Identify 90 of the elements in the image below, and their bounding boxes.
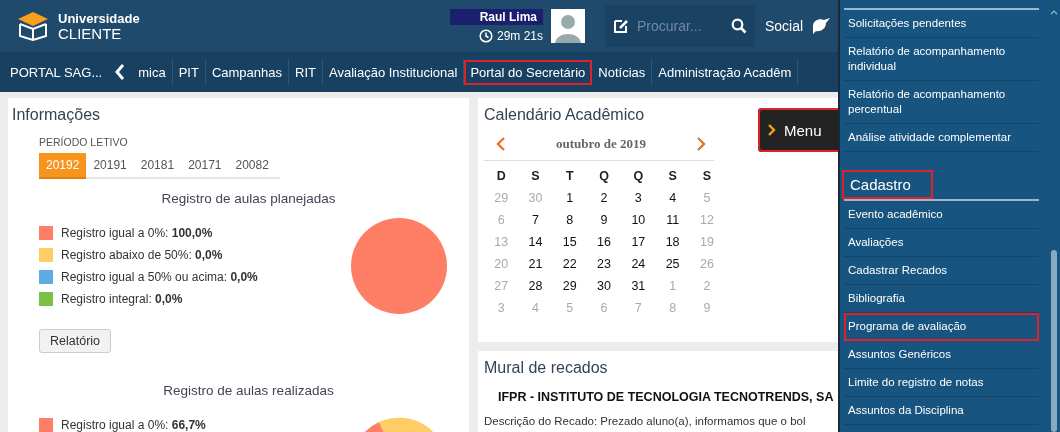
nav-tab[interactable]: Campanhas [205,59,290,85]
search-icon[interactable] [731,18,747,34]
bird-icon[interactable] [811,17,832,35]
social-link[interactable]: Social [765,18,804,34]
calendar-day[interactable]: 25 [655,255,690,273]
menu-section-heading: Cadastro [844,172,931,197]
calendar-day[interactable]: 4 [655,189,690,207]
calendar-day[interactable]: 8 [552,211,587,229]
panel-title: Calendário Acadêmico [484,106,646,124]
period-tab[interactable]: 20082 [228,153,276,177]
avatar-icon[interactable] [551,9,585,43]
calendar-day[interactable]: 2 [586,189,622,207]
legend-label: Registro integral: 0,0% [61,292,183,306]
clock-icon [478,29,493,43]
weekday-label: T [564,168,575,185]
calendar-day[interactable]: 14 [518,233,553,251]
search-input[interactable]: Procurar... [635,17,725,35]
menu-item[interactable]: Avaliações [844,229,1039,257]
calendar-day[interactable]: 22 [552,255,587,273]
month-label: outubro de 2019 [555,136,647,152]
menu-button[interactable]: Menu [758,108,838,152]
legend-label: Registro abaixo de 50%: 0,0% [61,248,223,262]
session-timer: 29m 21s [496,29,543,43]
chevron-right-icon[interactable] [696,137,706,151]
nav-home-link[interactable]: PORTAL SAG... [0,64,111,80]
period-tab[interactable]: 20191 [86,153,134,177]
chart-title: Registro de aulas planejadas [161,191,336,206]
menu-item[interactable]: Solicitações pendentes [844,10,1039,38]
menu-item[interactable]: Relatório de acompanhamento individual [844,38,1039,81]
nav-tab[interactable]: Notícias [592,59,653,85]
calendar-day[interactable]: 7 [518,211,553,229]
nav-tab[interactable]: PIT [172,59,206,85]
panel-title: Mural de recados [484,359,609,377]
menu-item[interactable]: Evento acadêmico [844,201,1039,229]
weekday-label: D [495,168,507,185]
logo-text: Universidade [58,11,140,26]
legend-label: Registro igual a 50% ou acima: 0,0% [61,270,258,284]
menu-item[interactable]: Relatório de acompanhamento percentual [844,81,1039,124]
calendar-day[interactable]: 29 [552,277,587,295]
nav-tab[interactable]: Portal do Secretário [464,59,593,85]
calendar-day[interactable]: 21 [518,255,553,273]
calendar-day[interactable]: 28 [518,277,553,295]
legend-label: Registro igual a 0%: 66,7% [61,418,206,432]
calendar-day[interactable]: 11 [655,211,690,229]
calendar-day[interactable]: 15 [552,233,587,251]
report-button[interactable]: Relatório [39,329,112,353]
legend-label: Registro igual a 0%: 100,0% [61,226,213,240]
menu-item[interactable]: Análise atividade complementar [844,124,1039,152]
menu-item[interactable]: Assuntos da Disciplina [844,397,1039,425]
calendar-day[interactable]: 16 [586,233,622,251]
menu-item[interactable]: Limite do registro de notas [844,369,1039,397]
scrollbar-thumb[interactable] [1051,250,1057,432]
logo-text: CLIENTE [58,26,123,41]
scroll-up-icon[interactable] [1050,10,1058,15]
menu-item[interactable]: Cadastrar Recados [844,257,1039,285]
weekday-label: Q [632,168,645,185]
edit-icon [613,18,629,34]
panel-title: Informações [12,106,102,124]
chart-title: Registro de aulas realizadas [163,383,334,398]
calendar-day[interactable]: 31 [621,277,656,295]
calendar-day[interactable]: 17 [621,233,656,251]
calendar-day[interactable]: 30 [586,277,622,295]
menu-item[interactable]: Bibliografia [844,285,1039,313]
weekday-label: S [530,168,541,185]
graduation-cap-icon [16,11,50,41]
nav-tab[interactable]: Administração Acadêm [652,59,799,85]
calendar-day[interactable]: 23 [586,255,622,273]
calendar-day[interactable]: 24 [621,255,656,273]
period-label: PERÍODO LETIVO [39,136,129,148]
calendar-day[interactable]: 3 [621,189,656,207]
period-tab[interactable]: 20181 [133,153,182,177]
nav-tab[interactable]: Avaliação Institucional [323,59,465,85]
message-title: IFPR - INSTITUTO DE TECNOLOGIA TECNOTRENDS, SA [498,390,834,404]
nav-tab[interactable]: mica [132,59,173,85]
calendar-day[interactable]: 9 [586,211,622,229]
calendar-day[interactable]: 1 [552,189,587,207]
calendar-day[interactable]: 10 [621,211,656,229]
period-tab[interactable]: 20171 [181,153,229,177]
weekday-label: S [701,168,713,185]
weekday-label: Q [598,168,610,185]
message-description: Descrição do Recado: Prezado aluno(a), informamos que o bol [484,415,807,427]
menu-item[interactable]: Assuntos Genéricos [844,341,1039,369]
weekday-label: S [667,168,678,185]
user-name: Raul Lima [449,9,543,25]
chevron-right-icon [768,124,776,136]
chevron-left-icon[interactable] [114,63,127,81]
nav-tab[interactable]: RIT [289,59,323,85]
calendar-day[interactable]: 18 [655,233,690,251]
menu-item[interactable]: Programa de avaliação [844,313,1039,341]
search-field[interactable]: Procurar... [605,5,755,47]
